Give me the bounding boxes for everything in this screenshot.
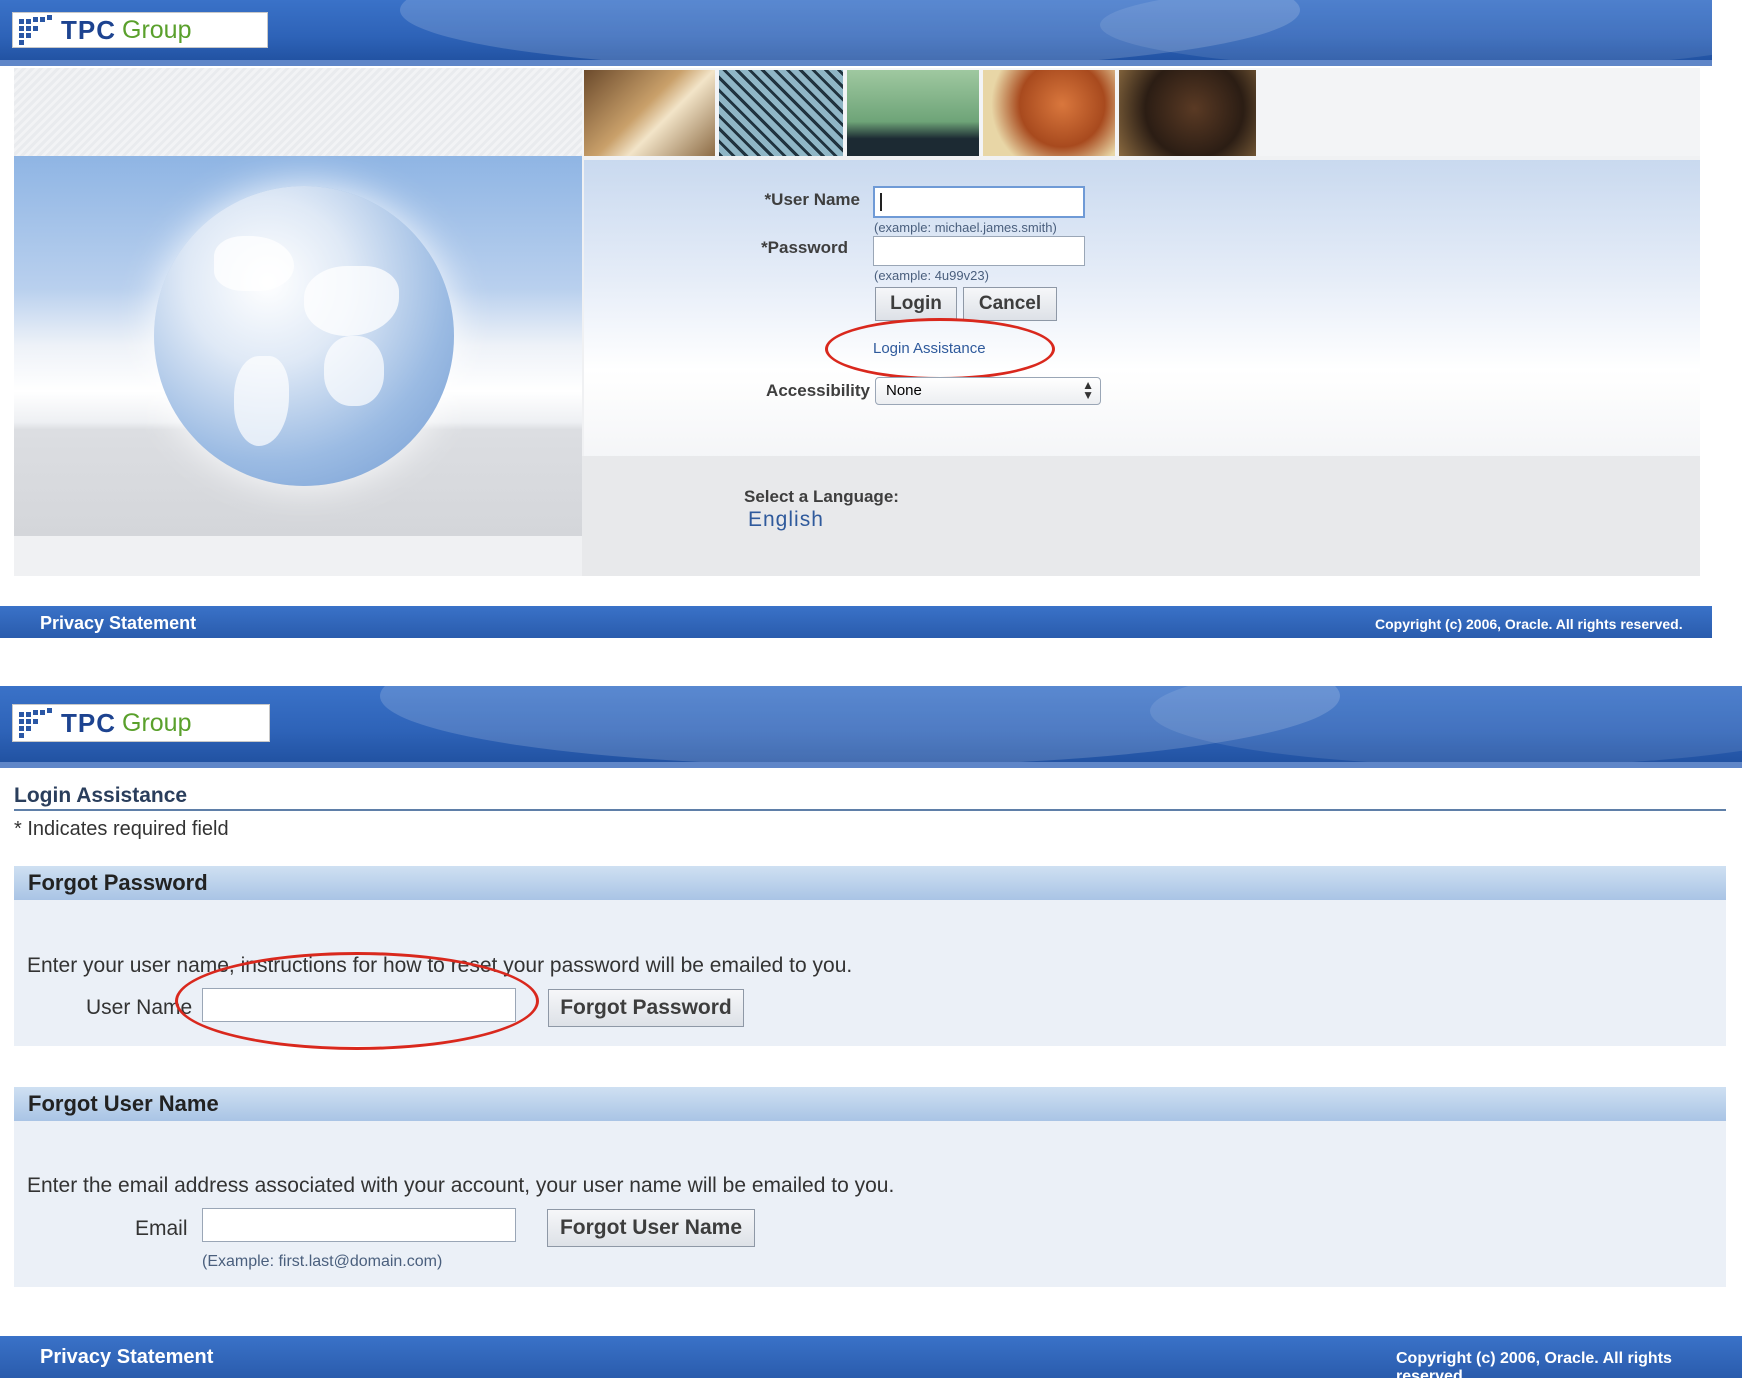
logo-suffix: Group — [122, 708, 192, 737]
required-note: * Indicates required field — [14, 818, 229, 840]
forgot-password-heading: Forgot Password — [14, 866, 1726, 900]
bottom-privacy-link[interactable]: Privacy Statement — [40, 1346, 213, 1369]
forgot-username-email-label: Email — [135, 1217, 188, 1240]
forgot-username-heading-text: Forgot User Name — [28, 1091, 219, 1116]
forgot-username-heading: Forgot User Name — [14, 1087, 1726, 1121]
photo-office-workers — [584, 70, 715, 156]
globe-panel — [14, 156, 582, 536]
bottom-copyright: Copyright (c) 2006, Oracle. All rights r… — [1396, 1350, 1672, 1385]
password-input[interactable] — [873, 236, 1085, 266]
photo-strip — [584, 70, 1260, 156]
forgot-password-button[interactable]: Forgot Password — [548, 989, 744, 1027]
username-hint: (example: michael.james.smith) — [874, 220, 1057, 235]
photo-man-laptop — [847, 70, 979, 156]
password-label: *Password — [761, 238, 848, 257]
text-cursor-icon — [880, 193, 882, 211]
forgot-password-heading-text: Forgot Password — [28, 870, 208, 895]
logo-suffix: Group — [122, 15, 192, 44]
accessibility-label: Accessibility — [766, 381, 870, 400]
globe-image — [154, 186, 454, 486]
left-top-band — [14, 68, 582, 156]
logo-word: TPC — [61, 707, 116, 738]
photo-businessman — [1119, 70, 1256, 156]
cancel-button[interactable]: Cancel — [963, 287, 1057, 321]
assist-page-title: Login Assistance — [14, 784, 188, 807]
red-annotation-ring — [825, 318, 1055, 380]
forgot-username-email-input[interactable] — [202, 1208, 516, 1242]
title-underline — [14, 809, 1726, 811]
top-privacy-link[interactable]: Privacy Statement — [40, 613, 196, 634]
login-button[interactable]: Login — [875, 287, 957, 321]
tpc-logo-bottom[interactable]: TPC Group — [12, 704, 270, 742]
forgot-username-button[interactable]: Forgot User Name — [547, 1209, 755, 1247]
photo-power-tower — [719, 70, 843, 156]
accessibility-value: None — [886, 382, 922, 399]
photo-headset-operator — [983, 70, 1115, 156]
forgot-username-instruction: Enter the email address associated with … — [27, 1174, 895, 1197]
select-arrows-icon: ▲ ▼ — [1082, 378, 1094, 402]
password-hint: (example: 4u99v23) — [874, 268, 989, 283]
logo-word: TPC — [61, 14, 116, 45]
logo-dots-icon — [19, 708, 61, 738]
username-label: *User Name — [764, 190, 860, 209]
language-english-link[interactable]: English — [748, 508, 824, 532]
tpc-logo[interactable]: TPC Group — [12, 12, 268, 48]
forgot-username-email-hint: (Example: first.last@domain.com) — [202, 1253, 443, 1270]
logo-dots-icon — [19, 15, 61, 45]
select-language-label: Select a Language: — [744, 487, 899, 506]
top-copyright: Copyright (c) 2006, Oracle. All rights r… — [1375, 616, 1683, 632]
red-annotation-ring — [175, 952, 539, 1050]
username-input[interactable] — [873, 186, 1085, 218]
accessibility-select[interactable]: None ▲ ▼ — [875, 377, 1101, 405]
